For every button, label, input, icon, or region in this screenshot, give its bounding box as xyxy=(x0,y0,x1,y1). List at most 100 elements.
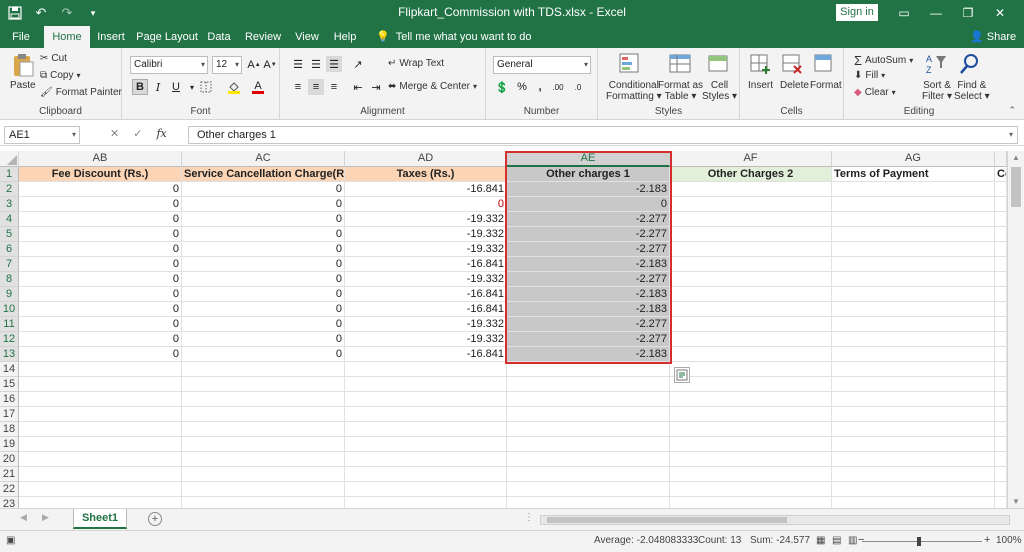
data-cell[interactable] xyxy=(507,377,670,392)
borders-icon[interactable] xyxy=(198,79,214,95)
sign-in-button[interactable]: Sign in xyxy=(836,4,878,21)
data-cell[interactable]: -2.277 xyxy=(507,272,670,287)
grow-font-icon[interactable]: A ▲ xyxy=(246,57,262,73)
enter-icon[interactable]: ✓ xyxy=(133,127,142,140)
delete-button[interactable]: Delete xyxy=(780,80,809,91)
data-cell[interactable] xyxy=(182,437,345,452)
data-cell[interactable] xyxy=(832,242,995,257)
data-cell[interactable]: 0 xyxy=(182,302,345,317)
cancel-icon[interactable]: ✕ xyxy=(110,127,119,140)
conditional-formatting-icon[interactable] xyxy=(618,52,644,78)
data-cell[interactable] xyxy=(345,392,507,407)
format-cells-icon[interactable] xyxy=(812,52,838,78)
data-cell[interactable] xyxy=(832,422,995,437)
column-header-ad[interactable]: AD xyxy=(345,151,507,167)
data-cell[interactable] xyxy=(670,482,832,497)
data-cell[interactable] xyxy=(832,452,995,467)
data-cell[interactable] xyxy=(832,347,995,362)
data-cell[interactable]: 0 xyxy=(19,347,182,362)
data-cell[interactable] xyxy=(995,377,1007,392)
tab-help[interactable]: Help xyxy=(330,26,360,48)
data-cell[interactable]: 0 xyxy=(182,347,345,362)
tab-file[interactable]: File xyxy=(6,26,36,48)
data-cell[interactable]: 0 xyxy=(19,317,182,332)
row-header[interactable]: 13 xyxy=(0,347,19,362)
header-cell[interactable]: Taxes (Rs.) xyxy=(345,167,507,182)
data-cell[interactable] xyxy=(345,362,507,377)
collapse-ribbon-icon[interactable]: ⌃ xyxy=(1008,105,1016,116)
close-icon[interactable]: ✕ xyxy=(984,2,1016,24)
zoom-slider[interactable] xyxy=(862,537,982,546)
macro-recording-icon[interactable]: ▣ xyxy=(6,535,15,546)
header-cell[interactable]: Fee Discount (Rs.) xyxy=(19,167,182,182)
zoom-level[interactable]: 100% xyxy=(996,535,1022,546)
data-cell[interactable]: -2.277 xyxy=(507,332,670,347)
data-cell[interactable] xyxy=(832,392,995,407)
data-cell[interactable]: 0 xyxy=(182,212,345,227)
data-cell[interactable]: 0 xyxy=(182,257,345,272)
data-cell[interactable] xyxy=(670,302,832,317)
formula-input[interactable]: Other charges 1 ▾ xyxy=(188,126,1018,144)
align-center-icon[interactable]: ≡ xyxy=(308,79,324,95)
data-cell[interactable] xyxy=(507,362,670,377)
data-cell[interactable] xyxy=(670,212,832,227)
cell-styles-button[interactable]: Cell Styles ▾ xyxy=(702,80,737,102)
data-cell[interactable] xyxy=(19,482,182,497)
data-cell[interactable]: 0 xyxy=(19,182,182,197)
data-cell[interactable] xyxy=(995,392,1007,407)
data-cell[interactable] xyxy=(995,407,1007,422)
row-header[interactable]: 11 xyxy=(0,317,19,332)
data-cell[interactable]: 0 xyxy=(182,197,345,212)
data-cell[interactable]: 0 xyxy=(507,197,670,212)
quick-analysis-icon[interactable] xyxy=(674,367,690,383)
data-cell[interactable] xyxy=(19,437,182,452)
data-cell[interactable] xyxy=(670,272,832,287)
data-cell[interactable]: -16.841 xyxy=(345,287,507,302)
row-header[interactable]: 18 xyxy=(0,422,19,437)
data-cell[interactable]: 0 xyxy=(19,287,182,302)
data-cell[interactable] xyxy=(832,227,995,242)
data-cell[interactable] xyxy=(832,467,995,482)
data-cell[interactable] xyxy=(995,257,1007,272)
data-cell[interactable] xyxy=(345,377,507,392)
data-cell[interactable] xyxy=(19,377,182,392)
data-cell[interactable] xyxy=(670,452,832,467)
data-cell[interactable]: 0 xyxy=(19,242,182,257)
data-cell[interactable] xyxy=(832,212,995,227)
data-cell[interactable] xyxy=(832,272,995,287)
zoom-slider-knob[interactable] xyxy=(917,537,921,546)
percent-icon[interactable]: % xyxy=(514,79,530,95)
data-cell[interactable] xyxy=(832,197,995,212)
wrap-text-button[interactable]: ↵ Wrap Text xyxy=(388,58,444,69)
data-cell[interactable] xyxy=(670,347,832,362)
data-cell[interactable] xyxy=(507,437,670,452)
data-cell[interactable] xyxy=(507,452,670,467)
decrease-decimal-icon[interactable]: .0 xyxy=(570,79,586,95)
data-cell[interactable] xyxy=(670,407,832,422)
data-cell[interactable] xyxy=(670,257,832,272)
data-cell[interactable]: 0 xyxy=(182,242,345,257)
tab-data[interactable]: Data xyxy=(204,26,234,48)
data-cell[interactable] xyxy=(182,362,345,377)
currency-icon[interactable]: 💲 xyxy=(494,79,510,95)
autosum-button[interactable]: Σ AutoSum ▾ xyxy=(854,53,913,68)
find-select-button[interactable]: Find & Select ▾ xyxy=(954,80,990,102)
orientation-icon[interactable]: ↗ xyxy=(350,56,366,72)
data-cell[interactable]: -2.277 xyxy=(507,317,670,332)
data-cell[interactable]: -19.332 xyxy=(345,242,507,257)
data-cell[interactable] xyxy=(995,362,1007,377)
data-cell[interactable] xyxy=(995,182,1007,197)
data-cell[interactable] xyxy=(832,257,995,272)
data-cell[interactable] xyxy=(995,467,1007,482)
data-cell[interactable] xyxy=(832,287,995,302)
data-cell[interactable] xyxy=(832,302,995,317)
scroll-up-icon[interactable]: ▲ xyxy=(1012,153,1020,162)
increase-decimal-icon[interactable]: .00 xyxy=(550,79,566,95)
data-cell[interactable] xyxy=(507,482,670,497)
data-cell[interactable]: 0 xyxy=(19,212,182,227)
data-cell[interactable]: 0 xyxy=(19,257,182,272)
data-cell[interactable]: -2.183 xyxy=(507,182,670,197)
add-sheet-icon[interactable]: + xyxy=(148,512,162,526)
data-cell[interactable]: -19.332 xyxy=(345,227,507,242)
data-cell[interactable]: 0 xyxy=(19,332,182,347)
